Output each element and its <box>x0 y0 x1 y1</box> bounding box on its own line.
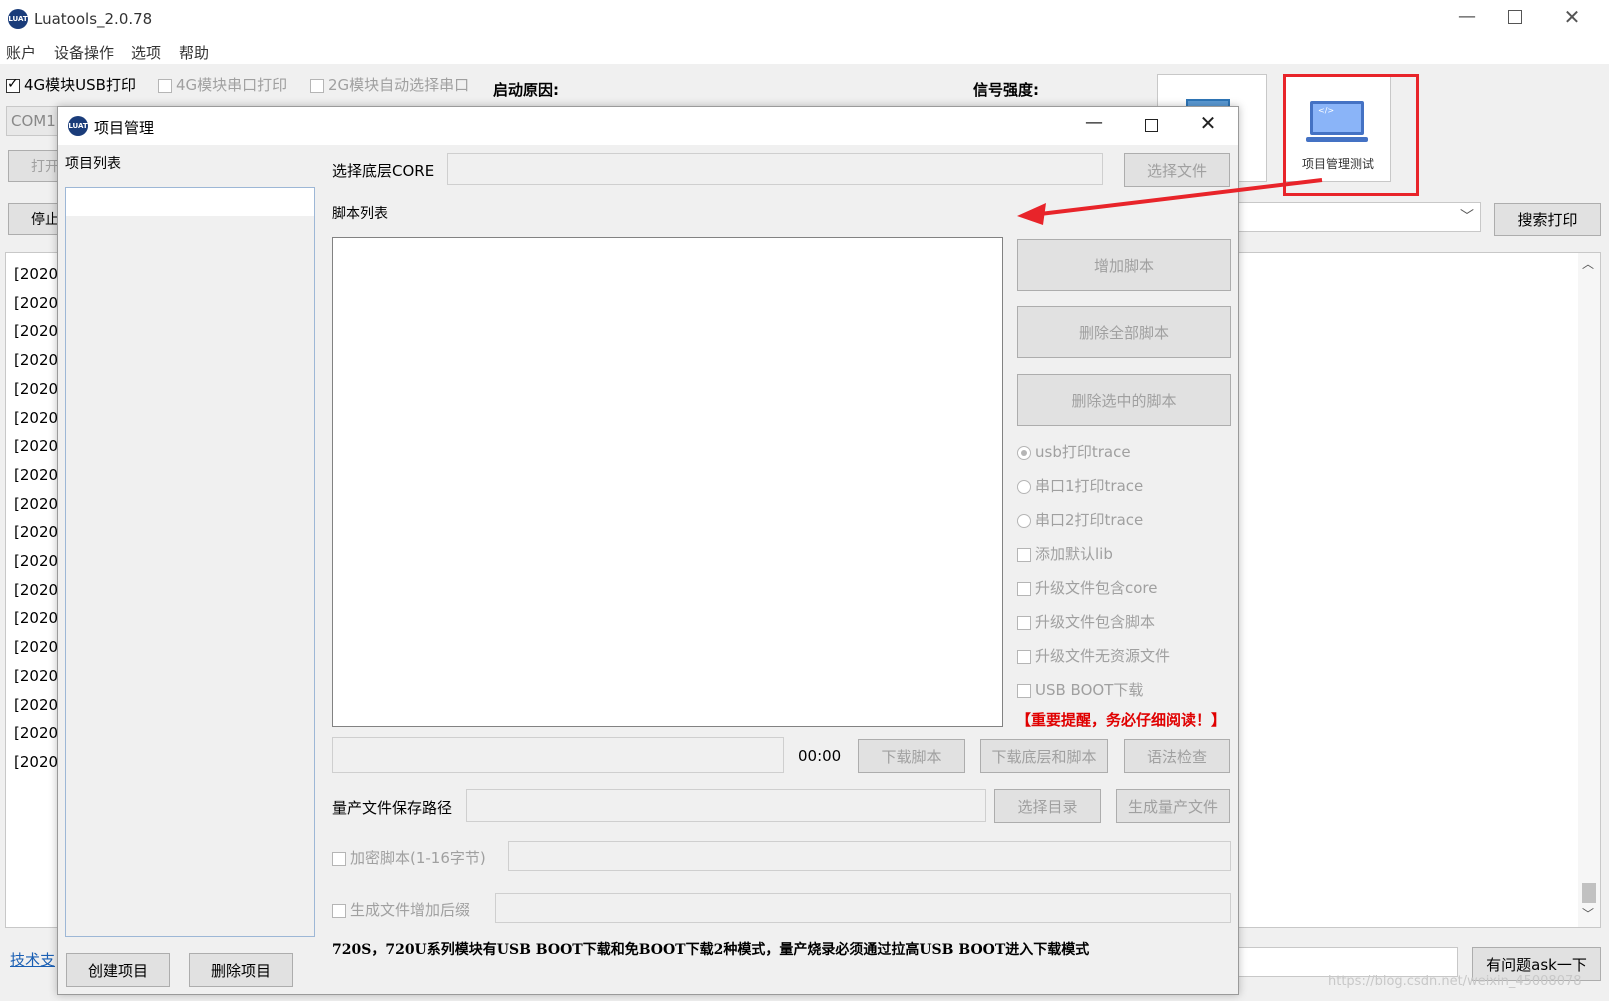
annotation-arrow <box>1017 178 1323 225</box>
